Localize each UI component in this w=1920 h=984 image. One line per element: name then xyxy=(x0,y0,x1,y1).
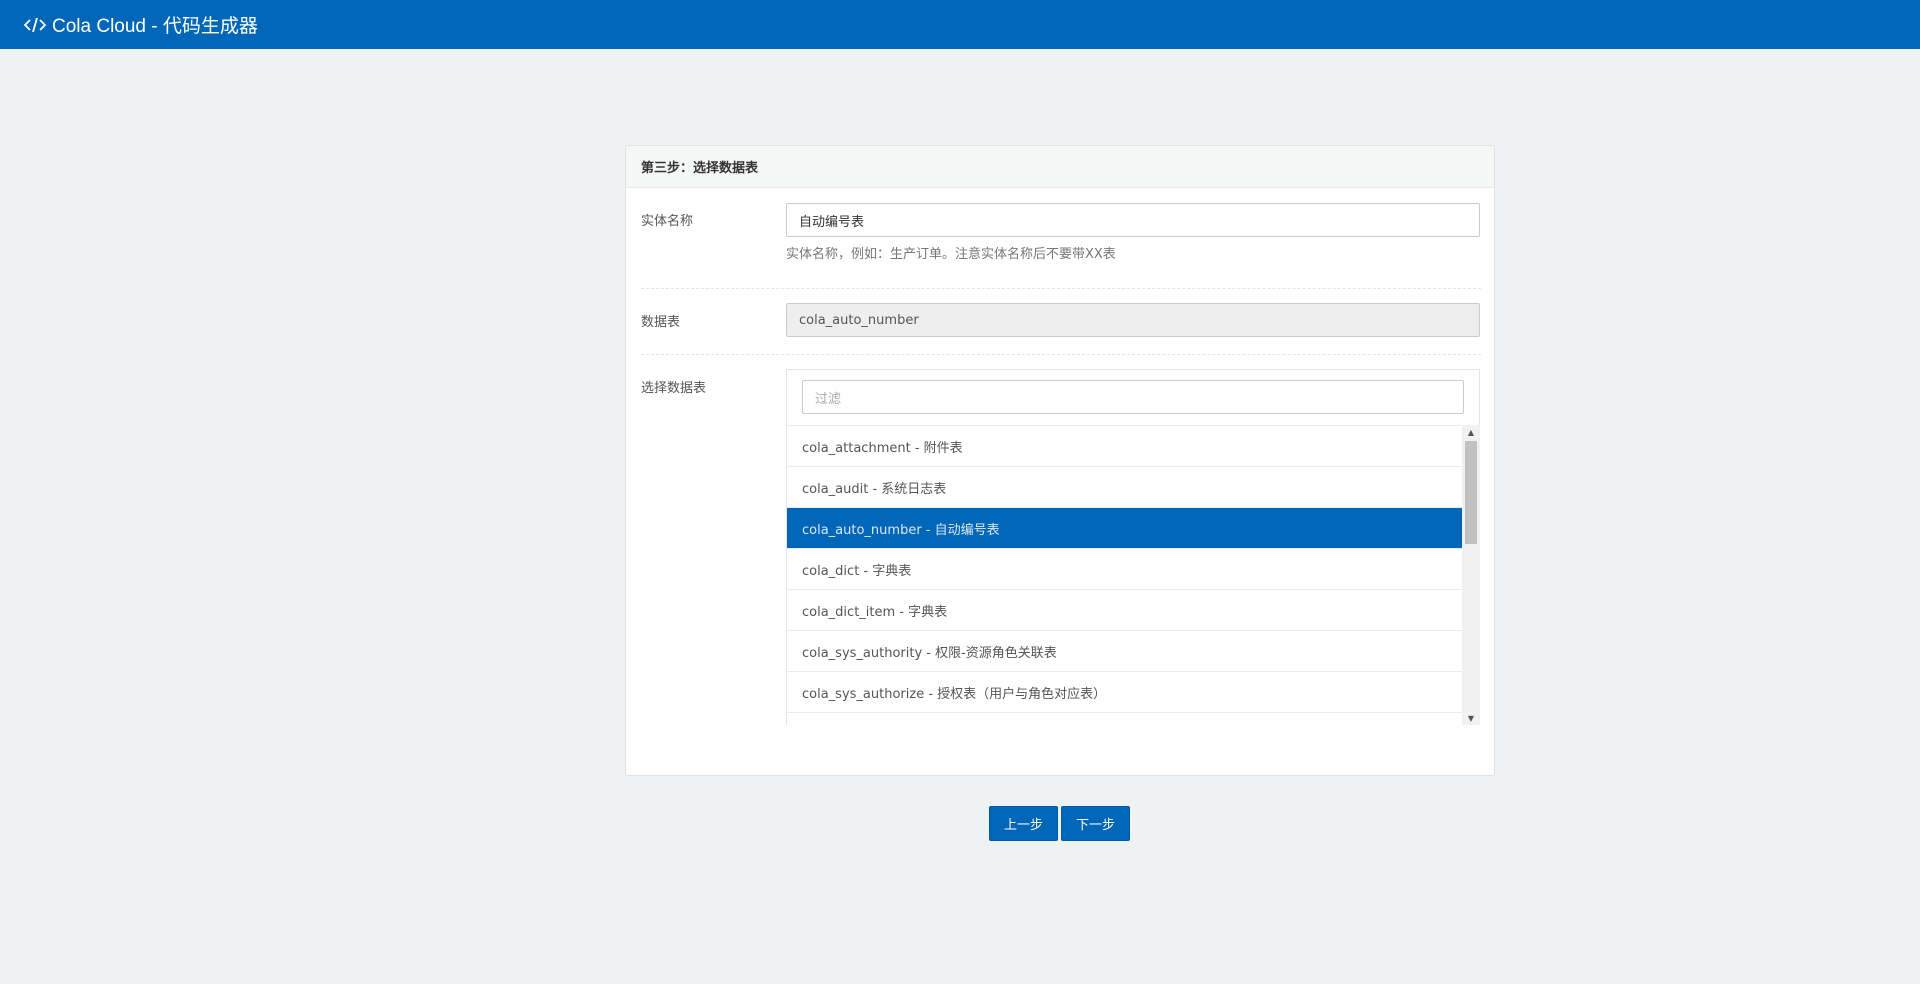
prev-step-button[interactable]: 上一步 xyxy=(989,806,1058,841)
filter-input[interactable]: 过滤 xyxy=(802,380,1464,414)
list-item-partial[interactable] xyxy=(787,712,1462,725)
list-item-cola-audit[interactable]: cola_audit - 系统日志表 xyxy=(787,466,1462,507)
list-item-cola-auto-number[interactable]: cola_auto_number - 自动编号表 xyxy=(787,507,1462,548)
data-table-label: 数据表 xyxy=(641,315,681,330)
list-item-cola-dict[interactable]: cola_dict - 字典表 xyxy=(787,548,1462,589)
list-item-cola-sys-authority[interactable]: cola_sys_authority - 权限-资源角色关联表 xyxy=(787,630,1462,671)
entity-name-label: 实体名称 xyxy=(641,214,694,229)
list-item-cola-sys-authorize[interactable]: cola_sys_authorize - 授权表（用户与角色对应表） xyxy=(787,671,1462,712)
filter-wrapper: 过滤 xyxy=(786,369,1480,425)
scroll-thumb[interactable] xyxy=(1465,441,1477,544)
data-table-input: cola_auto_number xyxy=(786,303,1480,337)
divider xyxy=(641,288,1481,289)
list-item-cola-attachment[interactable]: cola_attachment - 附件表 xyxy=(787,425,1462,466)
step-panel: 第三步：选择数据表 实体名称 自动编号表 实体名称，例如：生产订单。注意实体名称… xyxy=(625,145,1495,776)
code-icon xyxy=(24,15,46,35)
next-step-button[interactable]: 下一步 xyxy=(1061,806,1130,841)
list-item-cola-dict-item[interactable]: cola_dict_item - 字典表 xyxy=(787,589,1462,630)
entity-name-input[interactable]: 自动编号表 xyxy=(786,203,1480,237)
select-table-label: 选择数据表 xyxy=(641,381,707,396)
app-header: Cola Cloud - 代码生成器 xyxy=(0,0,1920,49)
app-title: Cola Cloud - 代码生成器 xyxy=(52,16,258,37)
panel-title: 第三步：选择数据表 xyxy=(626,146,1494,188)
entity-name-help: 实体名称，例如：生产订单。注意实体名称后不要带XX表 xyxy=(786,247,1116,262)
scroll-down-icon[interactable]: ▼ xyxy=(1462,711,1480,725)
list-scrollbar[interactable]: ▲ ▼ xyxy=(1462,425,1480,725)
table-list: cola_attachment - 附件表 cola_audit - 系统日志表… xyxy=(786,425,1462,725)
scroll-up-icon[interactable]: ▲ xyxy=(1462,425,1480,439)
table-select-box: 过滤 cola_attachment - 附件表 cola_audit - 系统… xyxy=(786,369,1480,725)
divider xyxy=(641,354,1481,355)
